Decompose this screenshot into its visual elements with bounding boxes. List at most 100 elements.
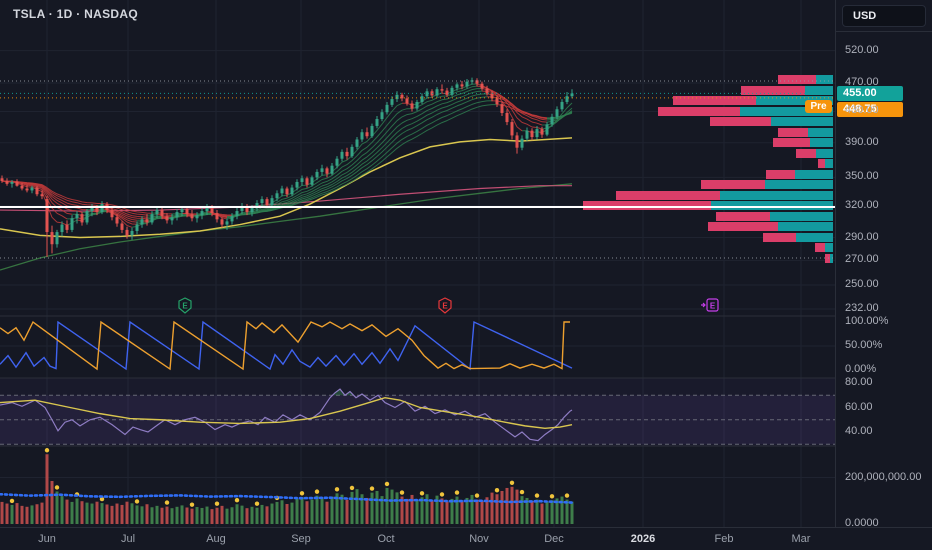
volume-bar bbox=[120, 504, 124, 524]
candle-body bbox=[15, 181, 19, 186]
earnings-marker-icon[interactable]: E bbox=[438, 297, 452, 314]
volume-bar bbox=[325, 501, 329, 524]
candle-body bbox=[290, 187, 294, 195]
volume-profile-sell bbox=[825, 254, 830, 263]
candle-body bbox=[10, 181, 14, 184]
volume-bar bbox=[40, 502, 44, 524]
candle-body bbox=[405, 98, 409, 104]
volume-bar bbox=[390, 489, 394, 524]
candle-body bbox=[45, 199, 49, 233]
price-chart-canvas[interactable]: EEE bbox=[0, 0, 932, 550]
candle-body bbox=[55, 232, 59, 245]
candle-body bbox=[540, 129, 544, 135]
volume-highlight-dot bbox=[549, 494, 555, 499]
candle-body bbox=[175, 212, 179, 218]
volume-bar bbox=[445, 501, 449, 524]
volume-profile-buy bbox=[720, 191, 833, 200]
volume-bar bbox=[260, 504, 264, 524]
volume-bar bbox=[375, 490, 379, 524]
volume-bar bbox=[235, 504, 239, 524]
volume-bar bbox=[550, 500, 554, 524]
time-axis-label: Oct bbox=[377, 533, 395, 545]
volume-bar bbox=[250, 506, 254, 524]
oscillator-axis-label: 0.00% bbox=[845, 363, 877, 375]
candle-body bbox=[130, 230, 134, 236]
candle-body bbox=[365, 132, 369, 137]
volume-bar bbox=[110, 505, 114, 524]
earnings-marker-icon[interactable]: E bbox=[178, 297, 192, 314]
volume-profile-sell bbox=[716, 212, 770, 221]
volume-bar bbox=[370, 492, 374, 524]
candle-body bbox=[80, 214, 84, 223]
volume-bar bbox=[180, 505, 184, 524]
candle-body bbox=[265, 199, 269, 206]
volume-bar bbox=[295, 498, 299, 524]
time-axis-label: 2026 bbox=[630, 533, 656, 545]
volume-bar bbox=[195, 507, 199, 524]
volume-bar bbox=[245, 508, 249, 524]
candle-body bbox=[445, 90, 449, 95]
volume-profile-buy bbox=[795, 170, 833, 179]
rsi-axis-label: 40.00 bbox=[845, 425, 873, 437]
volume-bar bbox=[490, 492, 494, 524]
volume-bar bbox=[280, 500, 284, 524]
volume-bar bbox=[240, 505, 244, 524]
earnings-letter: E bbox=[442, 302, 448, 311]
volume-bar bbox=[60, 496, 64, 524]
price-axis-label: 290.00 bbox=[845, 230, 879, 243]
volume-bar bbox=[165, 506, 169, 524]
volume-bar bbox=[515, 489, 519, 524]
candle-body bbox=[465, 81, 469, 87]
candle-body bbox=[355, 139, 359, 147]
volume-bar bbox=[365, 497, 369, 524]
candle-body bbox=[385, 104, 389, 113]
candle-body bbox=[410, 103, 414, 109]
candle-body bbox=[85, 211, 89, 223]
volume-bar bbox=[50, 480, 54, 524]
volume-bar bbox=[25, 506, 29, 524]
volume-bar bbox=[330, 496, 334, 524]
volume-bar bbox=[545, 501, 549, 524]
candle-body bbox=[530, 130, 534, 138]
price-axis-label: 320.00 bbox=[845, 199, 879, 212]
candle-body bbox=[435, 89, 439, 96]
volume-bar bbox=[80, 501, 84, 524]
candle-body bbox=[510, 122, 514, 136]
volume-highlight-dot bbox=[334, 487, 340, 492]
volume-highlight-dot bbox=[439, 492, 445, 497]
candle-body bbox=[300, 178, 304, 182]
volume-profile-sell bbox=[796, 149, 816, 158]
volume-bar bbox=[530, 501, 534, 524]
volume-profile-sell bbox=[766, 170, 795, 179]
volume-bar bbox=[230, 507, 234, 524]
candle-body bbox=[480, 83, 484, 89]
price-axis-label: 390.00 bbox=[845, 135, 879, 148]
volume-bar bbox=[395, 492, 399, 524]
price-axis[interactable]: USD 455.00 448.75 520.00 470.00 430.00 390.… bbox=[835, 0, 932, 550]
volume-bar bbox=[20, 505, 24, 524]
candle-body bbox=[65, 224, 69, 230]
candle-body bbox=[180, 209, 184, 213]
candle-body bbox=[370, 125, 374, 137]
volume-bar bbox=[540, 503, 544, 524]
volume-bar bbox=[385, 487, 389, 524]
candle-body bbox=[215, 213, 219, 220]
volume-bar bbox=[305, 501, 309, 524]
currency-button[interactable]: USD bbox=[842, 5, 926, 27]
earnings-letter: E bbox=[710, 302, 716, 311]
volume-bar bbox=[70, 501, 74, 524]
candle-body bbox=[345, 151, 349, 157]
candle-body bbox=[0, 178, 4, 182]
symbol-title[interactable]: TSLA · 1D · NASDAQ bbox=[13, 7, 138, 21]
volume-highlight-dot bbox=[494, 488, 500, 493]
volume-bar bbox=[425, 494, 429, 524]
time-axis[interactable]: Jun Jul Aug Sep Oct Nov Dec 2026 Feb Mar bbox=[0, 527, 932, 550]
candle-body bbox=[415, 101, 419, 109]
volume-highlight-dot bbox=[134, 499, 140, 504]
volume-bar bbox=[505, 487, 509, 524]
volume-profile-buy bbox=[765, 180, 833, 189]
volume-bar bbox=[140, 506, 144, 524]
candle-body bbox=[495, 98, 499, 105]
ema-ribbon-down bbox=[1, 104, 548, 216]
volume-bar bbox=[415, 500, 419, 524]
